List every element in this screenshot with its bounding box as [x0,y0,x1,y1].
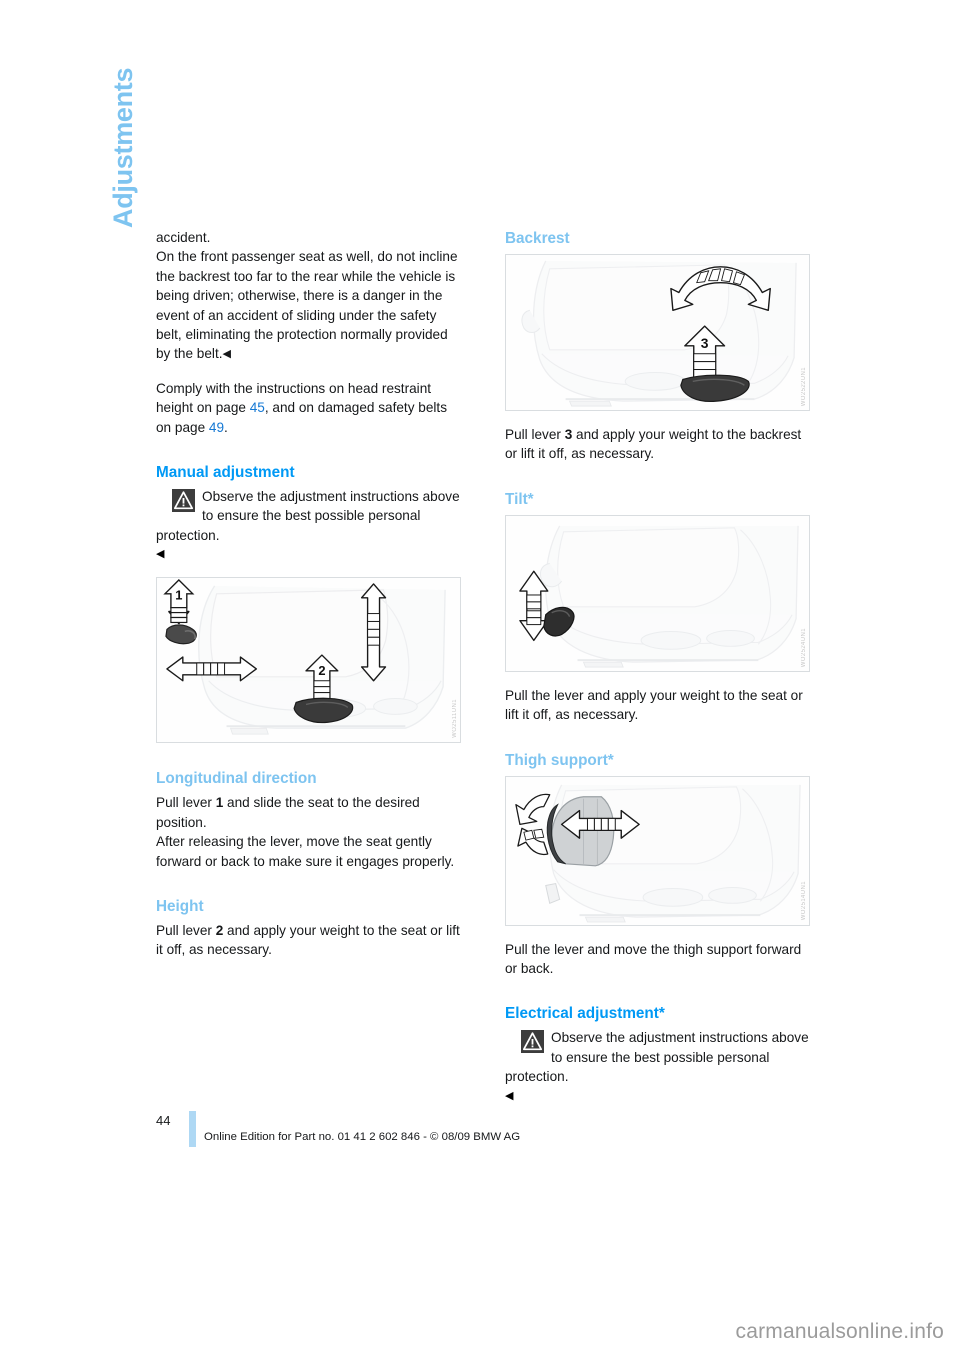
warning-triangle-icon [172,489,195,513]
figure-manual-seat-adjustment: 1 2 WO2511UN1 [156,577,461,744]
height-heading: Height [156,897,204,915]
intro-paragraph: accident. On the front passenger seat as … [156,228,463,365]
thigh-support-heading: Thigh support* [505,751,614,769]
warning-end-mark-icon: ◀ [505,1089,513,1102]
page-reference-49[interactable]: 49 [209,420,224,435]
site-watermark: carmanualsonline.info [735,1320,944,1343]
footer-accent-bar [189,1111,196,1147]
intro-body: On the front passenger seat as well, do … [156,249,458,362]
longitudinal-direction-heading: Longitudinal direction [156,770,317,788]
warning-triangle-icon [521,1030,544,1054]
electrical-warning-block: Observe the adjustment instructions abov… [505,1028,812,1104]
figure-backrest-adjustment: 3 WO2522UN1 [505,254,810,411]
page-reference-45[interactable]: 45 [250,400,265,415]
longitudinal-text-line2: After releasing the lever, move the seat… [156,834,455,869]
svg-text:2: 2 [318,663,325,678]
figure-tilt-adjustment: WO2524UN1 [505,514,810,672]
comply-paragraph: Comply with the instructions on head res… [156,379,463,437]
manual-adjustment-section: Manual adjustment Observe the adjustment… [156,462,463,744]
thigh-support-section: Thigh support* WO2514UN1 Pull the lever … [505,750,812,979]
thigh-support-text: Pull the lever and move the thigh suppor… [505,941,802,977]
backrest-heading: Backrest [505,230,570,247]
longitudinal-direction-text: Pull lever 1 and slide the seat to the d… [156,793,463,871]
backrest-text-pre: Pull lever [505,427,565,442]
electrical-adjustment-section: Electrical adjustment* Observe the adjus… [505,1003,812,1104]
svg-text:3: 3 [701,335,709,351]
warning-end-mark-icon: ◀ [156,548,164,561]
figure-code: WO2522UN1 [801,366,807,406]
manual-warning-block: Observe the adjustment instructions abov… [156,487,463,563]
figure-code: WO2524UN1 [801,627,807,667]
intro-line-1: accident. [156,230,211,245]
tilt-section: Tilt* WO2524UN1 Pull the lever and apply… [505,489,812,725]
manual-warning-text: Observe the adjustment instructions abov… [156,489,460,543]
manual-adjustment-heading: Manual adjustment [156,464,295,482]
longitudinal-direction-section: Longitudinal direction Pull lever 1 and … [156,768,463,871]
left-column: accident. On the front passenger seat as … [156,228,463,960]
backrest-text: Pull lever 3 and apply your weight to th… [505,425,812,464]
footer-edition-text: Online Edition for Part no. 01 41 2 602 … [204,1131,521,1143]
comply-text-end: . [224,419,228,435]
manual-page: Adjustments accident. On the front passen… [0,0,960,1358]
figure-code: WO2511UN1 [452,699,458,739]
height-text-pre: Pull lever [156,922,216,938]
electrical-adjustment-heading: Electrical adjustment* [505,1005,665,1023]
figure-thigh-support-adjustment: WO2514UN1 [505,775,810,926]
chapter-tab-label: Adjustments [108,67,138,228]
height-text: Pull lever 2 and apply your weight to th… [156,921,463,960]
page-footer: 44 Online Edition for Part no. 01 41 2 6… [156,1111,816,1153]
page-number: 44 [156,1113,171,1128]
longitudinal-text-pre: Pull lever [156,795,216,811]
electrical-warning-text: Observe the adjustment instructions abov… [505,1030,809,1085]
tilt-text: Pull the lever and apply your weight to … [505,687,803,723]
height-section: Height Pull lever 2 and apply your weigh… [156,896,463,960]
end-mark-icon: ◀ [222,348,231,361]
svg-text:1: 1 [175,588,182,603]
tilt-heading: Tilt* [505,490,534,508]
right-column: Backrest 3 WO2522UN1 Pull lever 3 and ap… [505,228,812,1105]
figure-code: WO2514UN1 [801,881,807,921]
